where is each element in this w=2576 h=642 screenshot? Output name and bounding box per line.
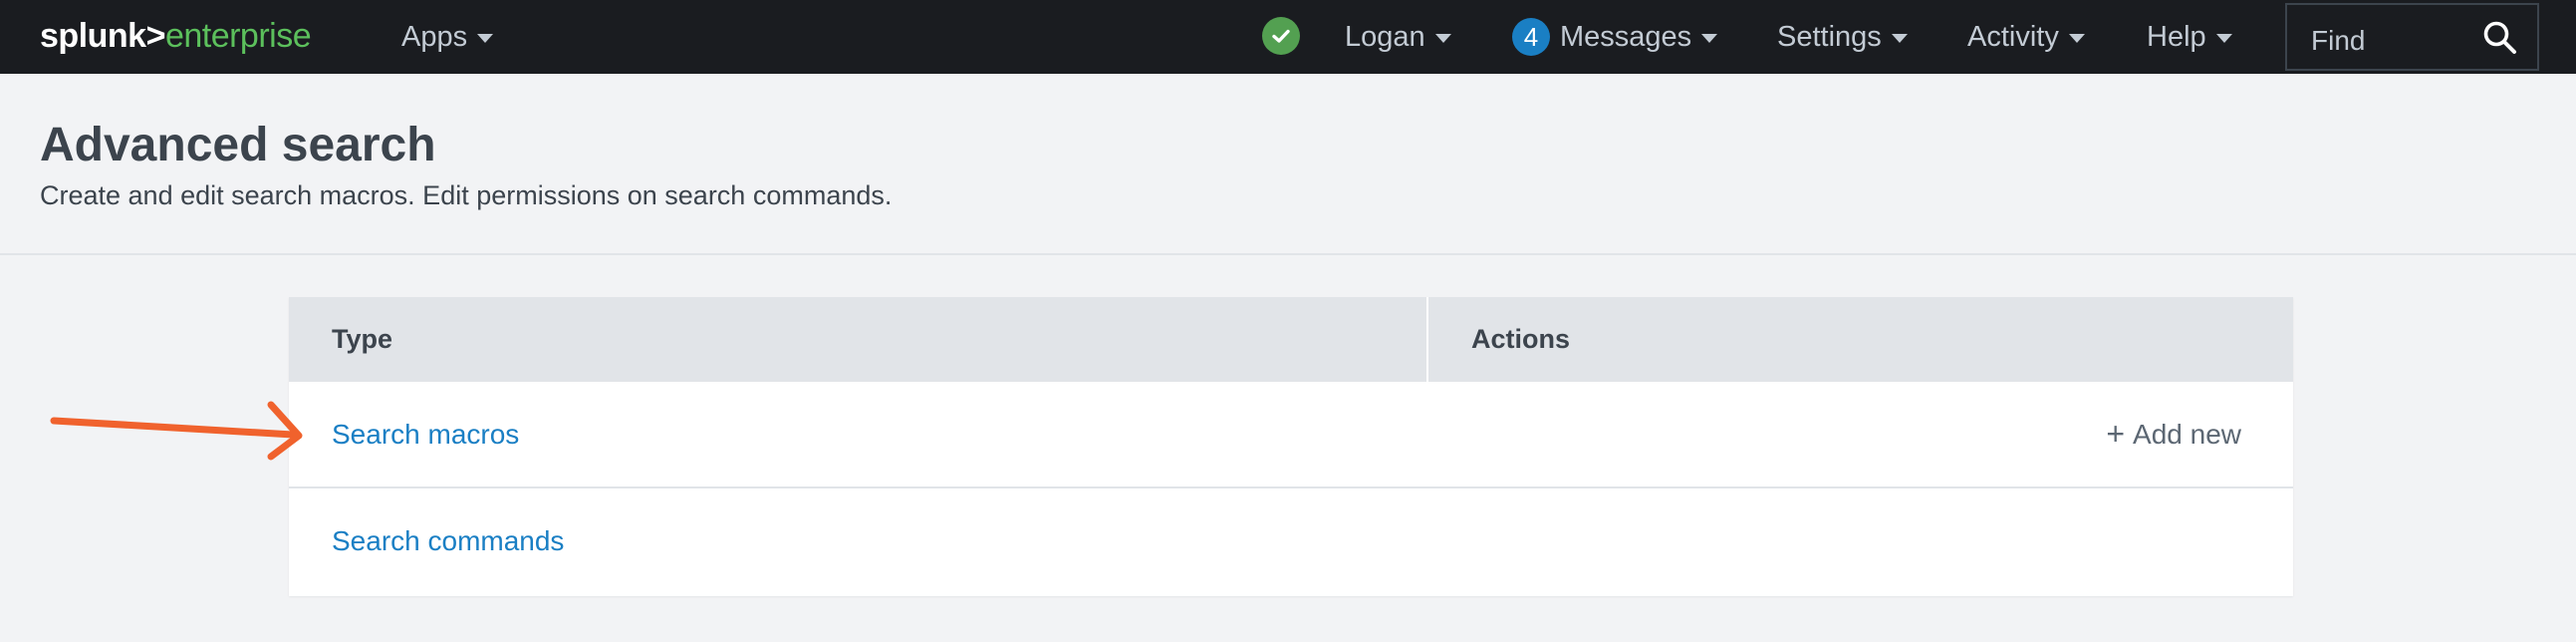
settings-label: Settings: [1777, 20, 1882, 53]
add-new-search-macro-button[interactable]: + Add new: [2106, 382, 2241, 486]
caret-down-icon: [1434, 33, 1451, 43]
find-input[interactable]: [2287, 5, 2490, 73]
caret-down-icon: [1891, 33, 1908, 43]
activity-menu[interactable]: Activity: [1967, 0, 2085, 74]
check-circle-icon[interactable]: [1262, 17, 1300, 55]
search-macros-link[interactable]: Search macros: [332, 382, 519, 486]
search-commands-link[interactable]: Search commands: [332, 488, 564, 593]
top-navigation-bar: splunk>enterprise Apps Logan 4 Messages …: [0, 0, 2576, 74]
help-label: Help: [2147, 20, 2206, 53]
column-header-actions: Actions: [1428, 297, 2293, 382]
caret-down-icon: [477, 33, 494, 43]
find-search-box: [2285, 3, 2539, 73]
help-menu[interactable]: Help: [2147, 0, 2232, 74]
page-title: Advanced search: [40, 119, 436, 171]
table-row: Search commands: [289, 488, 2293, 595]
settings-menu[interactable]: Settings: [1777, 0, 1908, 74]
search-icon[interactable]: [2481, 19, 2519, 57]
caret-down-icon: [2215, 33, 2232, 43]
logo-enterprise: enterprise: [164, 17, 312, 55]
header-divider: [0, 253, 2576, 255]
apps-menu[interactable]: Apps: [401, 0, 494, 74]
table-row: Search macros + Add new: [289, 382, 2293, 488]
caret-down-icon: [2068, 33, 2085, 43]
page-description: Create and edit search macros. Edit perm…: [40, 180, 893, 210]
splunk-logo[interactable]: splunk>enterprise: [40, 14, 312, 58]
activity-label: Activity: [1967, 20, 2059, 53]
logo-splunk: splunk>: [40, 17, 165, 55]
plus-icon: +: [2106, 416, 2126, 452]
user-label: Logan: [1345, 20, 1425, 53]
column-header-type: Type: [289, 297, 1426, 382]
search-types-table: Type Actions Search macros + Add new Sea…: [289, 297, 2293, 596]
user-menu[interactable]: Logan: [1345, 0, 1451, 74]
apps-label: Apps: [401, 20, 468, 53]
messages-label: Messages: [1560, 20, 1692, 53]
arrow-right-icon: [50, 401, 303, 461]
add-new-label: Add new: [2133, 418, 2241, 450]
messages-count-badge: 4: [1512, 18, 1550, 56]
caret-down-icon: [1701, 33, 1718, 43]
messages-menu[interactable]: 4 Messages: [1512, 0, 1718, 74]
